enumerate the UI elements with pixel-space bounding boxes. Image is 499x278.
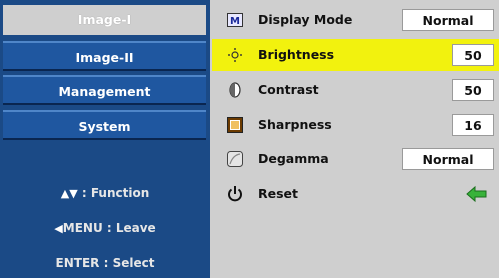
setting-row-degamma[interactable]: Degamma Normal: [212, 143, 499, 175]
setting-label: Display Mode: [258, 12, 353, 27]
tab-image-i[interactable]: Image-I: [3, 5, 206, 35]
green-arrow-icon[interactable]: [466, 185, 488, 203]
tab-management[interactable]: Management: [3, 75, 206, 105]
left-arrow-icon: ◀: [54, 222, 63, 235]
degamma-icon: [226, 150, 244, 168]
tab-system[interactable]: System: [3, 110, 206, 140]
power-icon: [226, 185, 244, 203]
degamma-value[interactable]: Normal: [402, 148, 494, 170]
svg-text:M: M: [230, 16, 240, 27]
display-mode-value[interactable]: Normal: [402, 9, 494, 31]
contrast-value[interactable]: 50: [452, 79, 494, 101]
setting-label: Brightness: [258, 47, 335, 62]
settings-panel: M Display Mode Normal Brightness 50 Cont…: [212, 0, 499, 278]
setting-row-reset[interactable]: Reset: [212, 178, 499, 210]
setting-label: Reset: [258, 186, 298, 201]
setting-label: Contrast: [258, 82, 319, 97]
sharpness-value[interactable]: 16: [452, 114, 494, 136]
help-leave-text: MENU : Leave: [62, 221, 156, 235]
brightness-value[interactable]: 50: [452, 44, 494, 66]
osd-menu: Image-I Image-II Management System ▲▼ : …: [0, 0, 499, 278]
display-mode-icon: M: [226, 11, 244, 29]
help-leave: ◀MENU : Leave: [0, 221, 210, 235]
setting-row-brightness[interactable]: Brightness 50: [212, 39, 499, 71]
setting-label: Degamma: [258, 151, 329, 166]
setting-row-sharpness[interactable]: Sharpness 16: [212, 109, 499, 141]
help-select-text: ENTER : Select: [55, 256, 155, 270]
setting-label: Sharpness: [258, 117, 332, 132]
sharpness-icon: [226, 116, 244, 134]
brightness-icon: [226, 46, 244, 64]
contrast-icon: [226, 81, 244, 99]
up-down-arrows-icon: ▲▼: [60, 187, 78, 200]
tab-image-ii[interactable]: Image-II: [3, 41, 206, 71]
setting-row-display-mode[interactable]: M Display Mode Normal: [212, 4, 499, 36]
help-function: ▲▼ : Function: [0, 186, 210, 200]
setting-row-contrast[interactable]: Contrast 50: [212, 74, 499, 106]
help-function-text: : Function: [81, 186, 150, 200]
help-select: ENTER : Select: [0, 256, 210, 270]
menu-sidebar: Image-I Image-II Management System ▲▼ : …: [0, 0, 210, 278]
